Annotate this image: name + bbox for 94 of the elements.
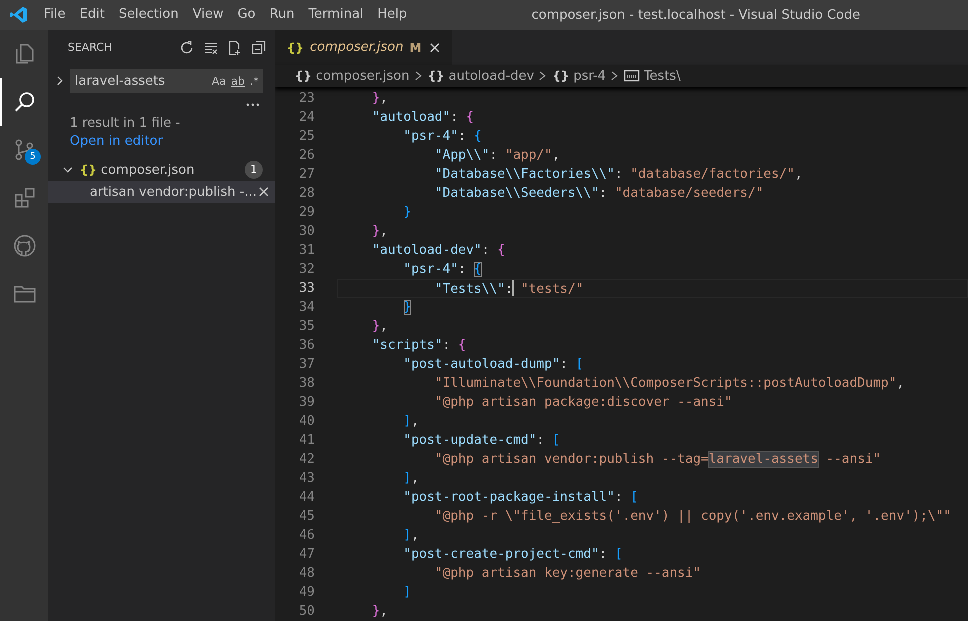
line-number: 23 [298, 90, 315, 108]
line-number: 42 [298, 451, 315, 469]
code-line: } [402, 204, 412, 222]
menu-item[interactable]: Edit [72, 0, 112, 30]
match-text: artisan vendor:publish -... [90, 184, 257, 200]
line-number: 26 [298, 147, 315, 165]
cat-logo-icon [13, 234, 37, 258]
editor-tab[interactable]: {} composer.json M [275, 30, 452, 65]
code-line: "post-create-project-cmd": [ [402, 546, 624, 564]
code-line: ], [402, 527, 420, 545]
search-result-item[interactable]: artisan vendor:publish -... [48, 181, 275, 203]
search-field[interactable]: laravel-assets Aa ab .* [70, 69, 263, 93]
line-number: 39 [298, 394, 315, 412]
line-number: 44 [298, 489, 315, 507]
close-icon[interactable] [256, 185, 271, 199]
count-badge: 1 [245, 161, 263, 179]
breadcrumb-item[interactable]: Tests\ [624, 68, 681, 84]
menu-item[interactable]: View [186, 0, 231, 30]
menu-item[interactable]: Terminal [302, 0, 371, 30]
source-control-view-button[interactable]: 5 [0, 126, 48, 174]
line-number: 33 [298, 280, 315, 298]
line-number: 37 [298, 356, 315, 374]
menu-item[interactable]: Help [370, 0, 414, 30]
line-number: 36 [298, 337, 315, 355]
menu-item[interactable]: Run [262, 0, 302, 30]
line-number: 41 [298, 432, 315, 450]
line-number: 46 [298, 527, 315, 545]
collapse-all-icon[interactable] [251, 40, 267, 56]
code-line: "@php artisan vendor:publish --tag=laravel-assets --ansi" [434, 451, 882, 469]
code-line: }, [371, 223, 389, 241]
menu-item[interactable]: Go [230, 0, 263, 30]
code-line: "post-root-package-install": [ [402, 489, 640, 507]
line-number: 24 [298, 109, 315, 127]
code-line: "Database\\Factories\\": "database/factories/", [434, 166, 804, 184]
line-number: 30 [298, 223, 315, 241]
code-line: "@php artisan key:generate --ansi" [434, 565, 702, 583]
search-option-toggle[interactable]: .* [250, 74, 259, 88]
count-badge: 5 [25, 149, 41, 165]
code-line: } [402, 299, 412, 317]
line-number: 40 [298, 413, 315, 431]
open-in-editor-link[interactable]: Open in editor [70, 134, 164, 149]
code-line: "Database\\Seeders\\": "database/seeders/" [434, 185, 765, 203]
code-line: "scripts": { [371, 337, 468, 355]
line-number: 28 [298, 185, 315, 203]
search-option-toggle[interactable]: ab [231, 74, 245, 88]
code-line: ], [402, 413, 420, 431]
results-summary: 1 result in 1 file - Open in editor [69, 115, 182, 151]
line-number: 32 [298, 261, 315, 279]
code-line: "post-update-cmd": [ [402, 432, 562, 450]
line-number: 50 [298, 603, 315, 621]
code-line: }, [371, 318, 389, 336]
breadcrumb-item[interactable]: {} autoload-dev [428, 68, 534, 84]
line-number: 31 [298, 242, 315, 260]
blocks-icon [13, 186, 37, 210]
code-line: "autoload": { [371, 109, 476, 127]
line-number: 47 [298, 546, 315, 564]
code-line: }, [371, 603, 389, 621]
line-number: 38 [298, 375, 315, 393]
app-logo-icon [10, 6, 28, 24]
breadcrumb-item[interactable]: {} composer.json [295, 68, 410, 84]
file-type-glyph: {} [80, 163, 98, 177]
menu-item[interactable]: File [37, 0, 73, 30]
code-line: "@php -r \"file_exists('.env') || copy('.env.example', '.env');\"" [434, 508, 952, 526]
code-line: "autoload-dev": { [371, 242, 506, 260]
search-option-toggle[interactable]: Aa [212, 74, 226, 88]
new-file-icon[interactable] [227, 40, 243, 56]
code-line: ] [402, 584, 412, 602]
close-icon[interactable] [428, 40, 442, 54]
code-line: ], [402, 470, 420, 488]
result-file-name[interactable]: composer.json [101, 162, 241, 178]
code-line: "psr-4": { [402, 128, 483, 146]
text-symbol-icon [624, 69, 640, 83]
code-line: "post-autoload-dump": [ [402, 356, 585, 374]
breadcrumb-item[interactable]: {} psr-4 [552, 68, 606, 84]
search-icon [13, 90, 37, 114]
panel-title: SEARCH [68, 41, 114, 54]
window-title: composer.json - test.localhost - Visual Studio Code [530, 8, 862, 22]
line-number: 45 [298, 508, 315, 526]
menu-item[interactable]: Selection [112, 0, 186, 30]
code-line: "App\\": "app/", [434, 147, 562, 165]
code-line: }, [371, 90, 389, 108]
line-number: 48 [298, 565, 315, 583]
line-number: 49 [298, 584, 315, 602]
code-line: "psr-4": { [402, 261, 483, 279]
line-number: 35 [298, 318, 315, 336]
code-line: "@php artisan package:discover --ansi" [434, 394, 734, 412]
refresh-icon[interactable] [179, 40, 195, 56]
line-number: 34 [298, 299, 315, 317]
code-line: "Illuminate\\Foundation\\ComposerScripts::postAutoloadDump", [434, 375, 906, 393]
line-number: 43 [298, 470, 315, 488]
line-number: 27 [298, 166, 315, 184]
line-number: 25 [298, 128, 315, 146]
code-line: "Tests\\": "tests/" [337, 279, 968, 298]
line-number: 29 [298, 204, 315, 222]
